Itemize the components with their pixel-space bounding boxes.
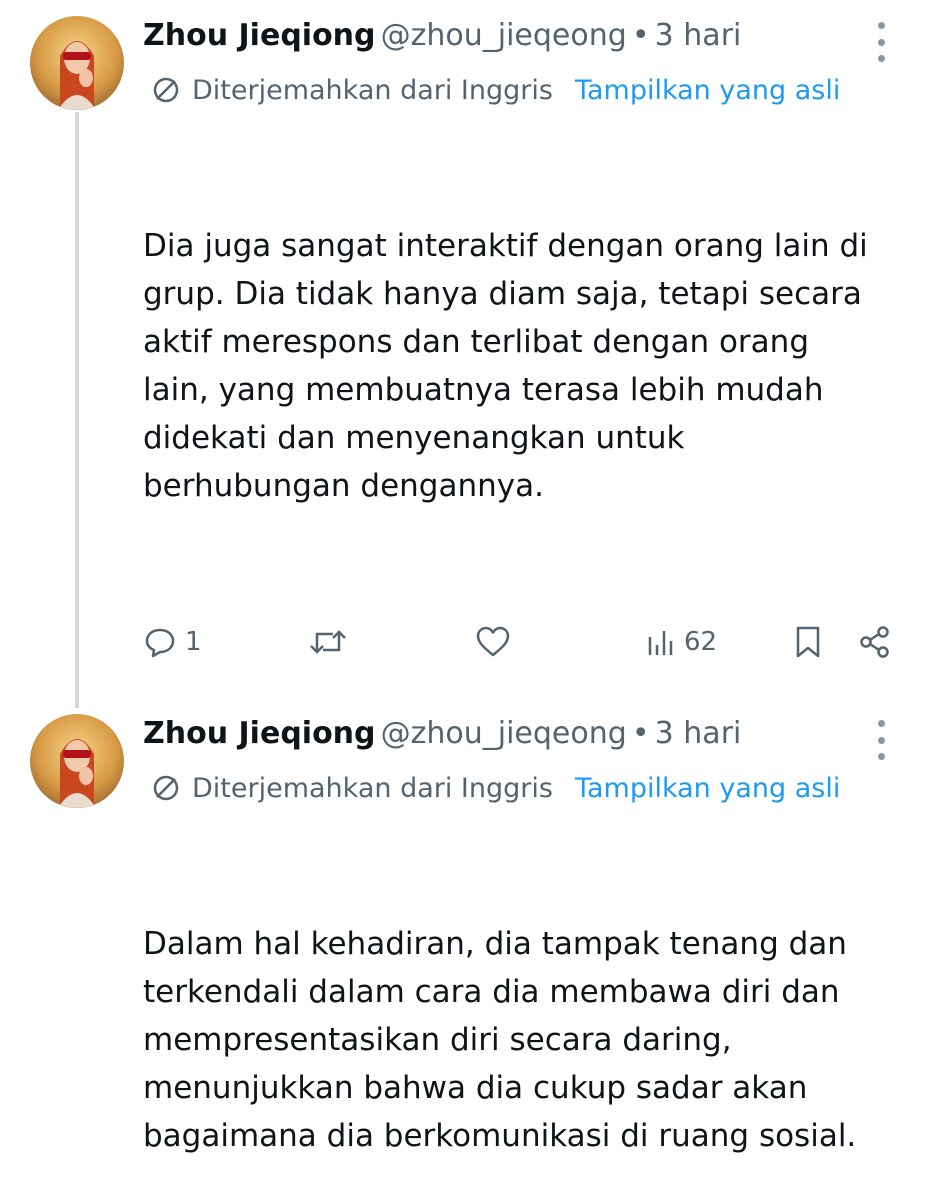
avatar[interactable] <box>30 16 124 110</box>
separator-dot: • <box>631 18 650 53</box>
bookmark-icon <box>793 625 823 659</box>
avatar[interactable] <box>30 714 124 808</box>
reply-button[interactable]: 1 <box>143 622 202 662</box>
tweet[interactable]: Zhou Jieqiong @zhou_jieqeong • 3 hari Di… <box>0 698 925 1200</box>
more-options-icon[interactable] <box>871 720 891 760</box>
translation-notice: Diterjemahkan dari Inggris Tampilkan yan… <box>150 772 840 804</box>
show-original-link[interactable]: Tampilkan yang asli <box>575 773 840 804</box>
retweet-button[interactable] <box>308 622 348 662</box>
translation-source-label: Diterjemahkan dari Inggris <box>192 74 553 106</box>
heart-icon <box>475 625 511 659</box>
separator-dot: • <box>631 716 650 751</box>
tweet-header: Zhou Jieqiong @zhou_jieqeong • 3 hari <box>143 18 741 62</box>
tweet-actions: 1 62 <box>143 622 903 662</box>
translation-notice: Diterjemahkan dari Inggris Tampilkan yan… <box>150 74 840 106</box>
views-count: 62 <box>684 627 718 657</box>
bookmark-button[interactable] <box>793 622 823 662</box>
translation-source-label: Diterjemahkan dari Inggris <box>192 772 553 804</box>
retweet-icon <box>308 625 348 659</box>
author-handle[interactable]: @zhou_jieqeong <box>381 18 627 53</box>
author-handle[interactable]: @zhou_jieqeong <box>381 716 627 751</box>
timestamp[interactable]: 3 hari <box>655 18 742 53</box>
author-name[interactable]: Zhou Jieqiong <box>143 18 376 53</box>
more-options-icon[interactable] <box>871 22 891 62</box>
reply-count: 1 <box>185 627 202 657</box>
tweet-header: Zhou Jieqiong @zhou_jieqeong • 3 hari <box>143 716 741 760</box>
translate-icon <box>150 772 182 804</box>
like-button[interactable] <box>475 622 511 662</box>
tweet[interactable]: Zhou Jieqiong @zhou_jieqeong • 3 hari Di… <box>0 0 925 700</box>
translate-icon <box>150 74 182 106</box>
views-button[interactable]: 62 <box>646 622 717 662</box>
tweet-text: Dalam hal kehadiran, dia tampak tenang d… <box>143 926 857 1154</box>
tweet-text: Dia juga sangat interaktif dengan orang … <box>143 228 868 504</box>
show-original-link[interactable]: Tampilkan yang asli <box>575 75 840 106</box>
timestamp[interactable]: 3 hari <box>655 716 742 751</box>
author-name[interactable]: Zhou Jieqiong <box>143 716 376 751</box>
views-chart-icon <box>646 625 676 659</box>
share-icon <box>858 625 892 659</box>
share-button[interactable] <box>858 622 892 662</box>
reply-icon <box>143 625 177 659</box>
